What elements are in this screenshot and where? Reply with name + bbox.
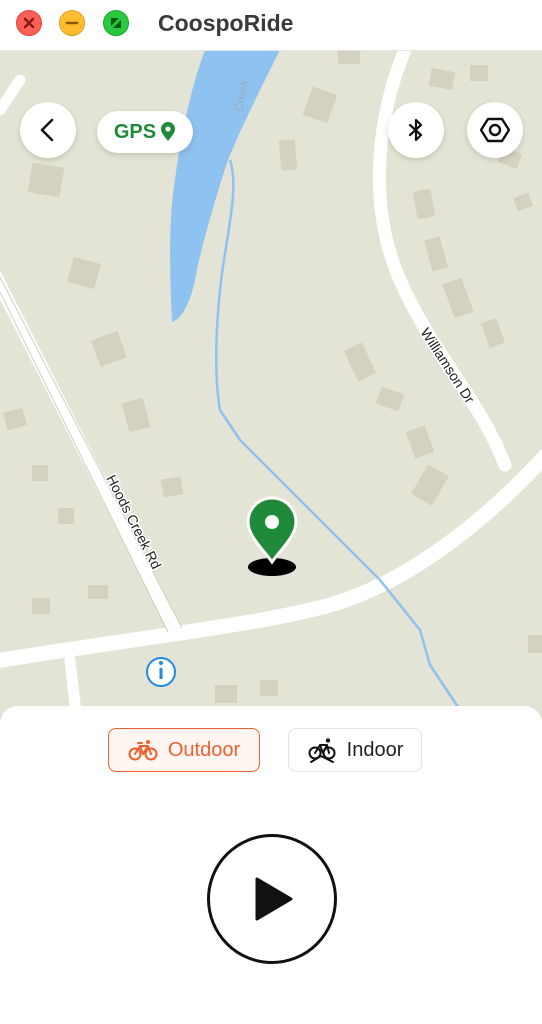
map-view[interactable]: Hoods Creek Rd Williamson Dr Creek <box>0 50 542 720</box>
gps-indicator[interactable]: GPS <box>97 111 193 153</box>
map-road-edges <box>0 276 183 633</box>
close-button[interactable] <box>16 10 42 36</box>
gps-label: GPS <box>113 120 157 143</box>
start-ride-button[interactable] <box>207 834 337 964</box>
minimize-icon <box>65 21 79 25</box>
outdoor-bike-icon <box>128 740 158 761</box>
settings-button[interactable] <box>467 102 523 158</box>
zoom-icon <box>111 18 121 28</box>
zoom-button[interactable] <box>103 10 129 36</box>
chevron-left-icon <box>40 118 54 142</box>
info-icon[interactable] <box>146 657 176 687</box>
ride-panel: Outdoor Indoor <box>0 706 542 1024</box>
indoor-label: Indoor <box>346 738 404 761</box>
close-icon <box>23 17 35 29</box>
map-canvas: Hoods Creek Rd Williamson Dr Creek <box>0 50 542 720</box>
app-title: CoospoRide <box>158 10 294 36</box>
bluetooth-button[interactable] <box>388 102 444 158</box>
title-bar: CoospoRide <box>0 0 542 51</box>
back-button[interactable] <box>20 102 76 158</box>
outdoor-mode-button[interactable]: Outdoor <box>108 728 260 772</box>
indoor-mode-button[interactable]: Indoor <box>288 728 422 772</box>
lake <box>170 50 280 322</box>
play-icon <box>255 877 293 921</box>
bluetooth-icon <box>408 118 423 142</box>
hexagon-nut-icon <box>480 117 510 143</box>
map-pin-icon <box>246 496 298 576</box>
outdoor-label: Outdoor <box>167 738 241 761</box>
indoor-trainer-icon <box>308 738 336 763</box>
location-pin-icon <box>161 122 176 141</box>
minimize-button[interactable] <box>59 10 85 36</box>
street-label-williamson: Williamson Dr <box>417 325 478 406</box>
